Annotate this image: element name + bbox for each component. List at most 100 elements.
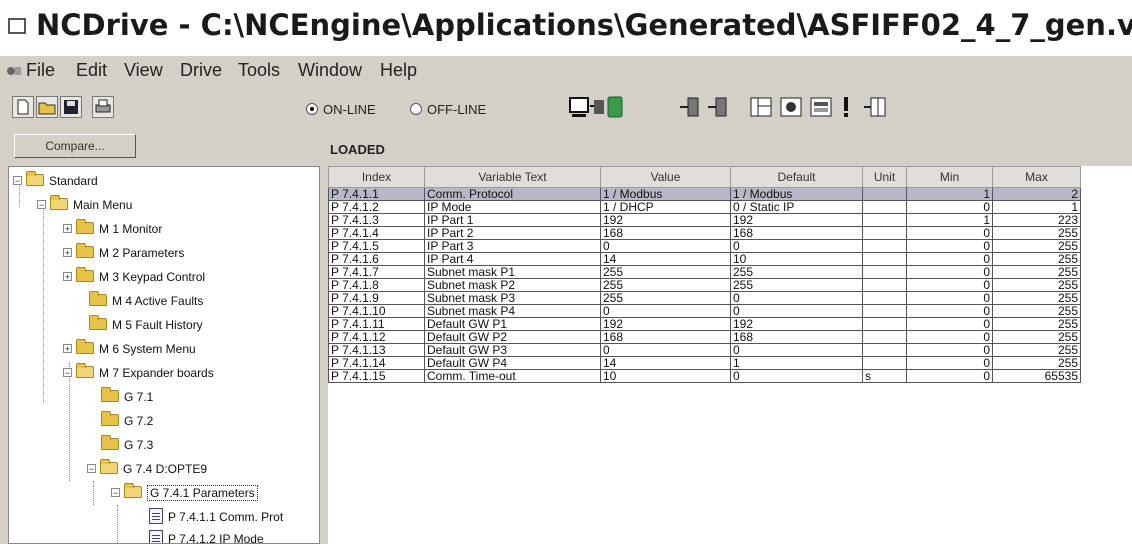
column-header-index[interactable]: Index (328, 166, 425, 188)
cell-unit: s (862, 369, 907, 383)
cell-value[interactable]: 0 (600, 304, 731, 318)
tree-node-g72[interactable]: G 7.2 (101, 411, 153, 431)
cell-value[interactable]: 14 (600, 252, 731, 266)
print-icon[interactable] (92, 96, 114, 118)
cell-variable-text: Default GW P1 (424, 317, 601, 331)
tree-node-m1-monitor[interactable]: + M 1 Monitor (63, 219, 162, 239)
column-header-value[interactable]: Value (600, 166, 731, 188)
table-row[interactable]: P 7.4.1.15 Comm. Time-out 10 0 s 0 65535 (328, 369, 1081, 383)
keypad-icon[interactable] (808, 94, 836, 120)
compare-button[interactable]: Compare... (14, 134, 136, 158)
table-row[interactable]: P 7.4.1.7 Subnet mask P1 255 255 0 255 (328, 265, 1081, 279)
cell-value[interactable]: 10 (600, 369, 731, 383)
menu-file[interactable]: File (26, 60, 55, 81)
cell-unit (862, 213, 907, 227)
cell-value[interactable]: 192 (600, 317, 731, 331)
cell-unit (862, 226, 907, 240)
cell-max: 255 (992, 265, 1081, 279)
menu-help[interactable]: Help (380, 60, 417, 81)
table-row[interactable]: P 7.4.1.9 Subnet mask P3 255 0 0 255 (328, 291, 1081, 305)
cell-max: 223 (992, 213, 1081, 227)
table-row[interactable]: P 7.4.1.12 Default GW P2 168 168 0 255 (328, 330, 1081, 344)
tree-node-g741-parameters[interactable]: − G 7.4.1 Parameters (111, 483, 258, 503)
cell-max: 2 (992, 187, 1081, 201)
drive-connect-icon[interactable] (568, 94, 632, 120)
cell-value[interactable]: 255 (600, 265, 731, 279)
cell-value[interactable]: 1 / Modbus (600, 187, 731, 201)
collapse-icon[interactable]: − (87, 464, 96, 474)
table-header-row: Index Variable Text Value Default Unit M… (328, 166, 1081, 188)
tree-node-m5-fault-history[interactable]: M 5 Fault History (89, 315, 203, 335)
tree-node-g73[interactable]: G 7.3 (101, 435, 153, 455)
tree-node-standard[interactable]: − Standard (13, 171, 98, 191)
upload-parameter-icon[interactable] (678, 94, 736, 120)
tree-node-m3-keypad[interactable]: + M 3 Keypad Control (63, 267, 205, 287)
column-header-unit[interactable]: Unit (862, 166, 907, 188)
table-row[interactable]: P 7.4.1.3 IP Part 1 192 192 1 223 (328, 213, 1081, 227)
new-document-icon[interactable] (12, 96, 34, 118)
tree-node-m6-system-menu[interactable]: + M 6 System Menu (63, 339, 196, 359)
tree-node-m7-expander-boards[interactable]: − M 7 Expander boards (63, 363, 214, 383)
expand-icon[interactable]: + (63, 272, 72, 282)
monitor-icon[interactable] (778, 94, 806, 120)
tree-node-m4-active-faults[interactable]: M 4 Active Faults (89, 291, 203, 311)
expander-icon[interactable] (862, 94, 890, 120)
tree-node-m2-parameters[interactable]: + M 2 Parameters (63, 243, 184, 263)
tree-node-p7412[interactable]: P 7.4.1.2 IP Mode (149, 529, 264, 543)
table-row[interactable]: P 7.4.1.8 Subnet mask P2 255 255 0 255 (328, 278, 1081, 292)
expand-icon[interactable]: + (63, 224, 72, 234)
cell-max: 255 (992, 330, 1081, 344)
cell-variable-text: IP Part 4 (424, 252, 601, 266)
table-row[interactable]: P 7.4.1.14 Default GW P4 14 1 0 255 (328, 356, 1081, 370)
menu-tools[interactable]: Tools (238, 60, 280, 81)
save-disk-icon[interactable] (60, 96, 82, 118)
table-row[interactable]: P 7.4.1.10 Subnet mask P4 0 0 0 255 (328, 304, 1081, 318)
expand-icon[interactable]: + (63, 344, 72, 354)
collapse-icon[interactable]: − (13, 176, 22, 186)
tree-node-g74-dopte9[interactable]: − G 7.4 D:OPTE9 (87, 459, 207, 479)
menu-drive[interactable]: Drive (180, 60, 222, 81)
tree-node-p7411[interactable]: P 7.4.1.1 Comm. Prot (149, 507, 283, 527)
cell-max: 255 (992, 278, 1081, 292)
tree-node-main-menu[interactable]: − Main Menu (37, 195, 132, 215)
cell-max: 1 (992, 200, 1081, 214)
cell-value[interactable]: 0 (600, 239, 731, 253)
collapse-icon[interactable]: − (37, 200, 46, 210)
column-header-variable-text[interactable]: Variable Text (424, 166, 601, 188)
offline-radio[interactable]: OFF-LINE (410, 102, 486, 117)
cell-value[interactable]: 255 (600, 278, 731, 292)
panel-view-icon[interactable] (748, 94, 776, 120)
expand-icon[interactable]: + (63, 248, 72, 258)
parameter-tree[interactable]: − Standard − Main Menu + M 1 Monitor + M 2 P… (8, 166, 320, 544)
table-row[interactable]: P 7.4.1.13 Default GW P3 0 0 0 255 (328, 343, 1081, 357)
table-row[interactable]: P 7.4.1.6 IP Part 4 14 10 0 255 (328, 252, 1081, 266)
open-folder-icon[interactable] (36, 96, 58, 118)
cell-value[interactable]: 168 (600, 226, 731, 240)
cell-value[interactable]: 0 (600, 343, 731, 357)
online-radio[interactable]: ON-LINE (306, 102, 376, 117)
cell-value[interactable]: 1 / DHCP (600, 200, 731, 214)
collapse-icon[interactable]: − (111, 488, 120, 498)
menu-edit[interactable]: Edit (76, 60, 107, 81)
cell-index: P 7.4.1.1 (328, 187, 425, 201)
table-row[interactable]: P 7.4.1.11 Default GW P1 192 192 0 255 (328, 317, 1081, 331)
tree-node-label: Standard (49, 174, 98, 188)
cell-value[interactable]: 14 (600, 356, 731, 370)
menu-window[interactable]: Window (298, 60, 362, 81)
alert-icon[interactable] (836, 94, 856, 120)
table-row[interactable]: P 7.4.1.5 IP Part 3 0 0 0 255 (328, 239, 1081, 253)
column-header-default[interactable]: Default (730, 166, 863, 188)
menu-view[interactable]: View (124, 60, 163, 81)
cell-value[interactable]: 255 (600, 291, 731, 305)
app-menu-icon[interactable] (6, 64, 22, 78)
tree-node-g71[interactable]: G 7.1 (101, 387, 153, 407)
table-row[interactable]: P 7.4.1.1 Comm. Protocol 1 / Modbus 1 / Mod… (328, 187, 1081, 201)
cell-value[interactable]: 192 (600, 213, 731, 227)
table-row[interactable]: P 7.4.1.4 IP Part 2 168 168 0 255 (328, 226, 1081, 240)
column-header-min[interactable]: Min (906, 166, 993, 188)
table-row[interactable]: P 7.4.1.2 IP Mode 1 / DHCP 0 / Static IP 0 1 (328, 200, 1081, 214)
folder-open-icon (50, 195, 68, 210)
collapse-icon[interactable]: − (63, 368, 72, 378)
column-header-max[interactable]: Max (992, 166, 1081, 188)
cell-value[interactable]: 168 (600, 330, 731, 344)
